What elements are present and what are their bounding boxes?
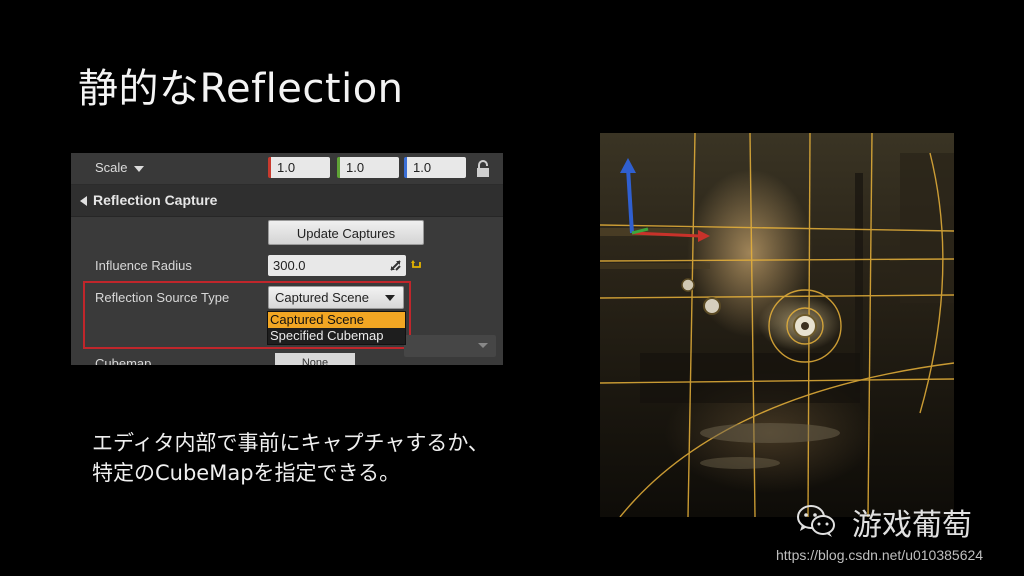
description-line-1: エディタ内部で事前にキャプチャするか、 [92, 431, 489, 455]
watermark-brand: 游戏葡萄 [852, 508, 972, 543]
dropdown-option-specified-cubemap[interactable]: Specified Cubemap [268, 328, 405, 344]
wechat-logo-icon [797, 505, 835, 537]
reflection-source-type-dropdown[interactable]: Captured Scene [268, 286, 404, 309]
editor-viewport-screenshot [600, 133, 954, 517]
section-title: Reflection Capture [93, 192, 218, 208]
scale-label: Scale [95, 160, 128, 175]
viewport-scene [600, 133, 954, 517]
chevron-down-icon[interactable] [133, 165, 144, 172]
section-header-reflection-capture[interactable]: Reflection Capture [71, 185, 503, 217]
scale-z-input[interactable]: 1.0 [404, 157, 466, 178]
influence-radius-label: Influence Radius [95, 258, 192, 273]
influence-radius-input[interactable]: 300.0 [268, 255, 406, 276]
lock-icon[interactable] [475, 159, 491, 179]
watermark-url: https://blog.csdn.net/u010385624 [776, 547, 984, 563]
chevron-down-icon [478, 343, 488, 348]
description-line-2: 特定のCubeMapを指定できる。 [92, 461, 401, 485]
dropdown-selected-value: Captured Scene [275, 290, 369, 305]
reset-to-default-icon[interactable] [411, 259, 423, 269]
resize-icon[interactable] [390, 260, 401, 271]
collapse-arrow-icon[interactable] [80, 196, 87, 206]
scale-label-group[interactable]: Scale [95, 160, 144, 175]
dropdown-option-captured-scene[interactable]: Captured Scene [268, 312, 405, 328]
scale-x-input[interactable]: 1.0 [268, 157, 330, 178]
description: エディタ内部で事前にキャプチャするか、 特定のCubeMapを指定できる。 [92, 428, 489, 488]
slide-title: 静的なReflection [78, 66, 404, 112]
disabled-combo-behind [404, 335, 496, 357]
scale-row: Scale 1.0 1.0 1.0 [71, 153, 503, 185]
chevron-down-icon [385, 295, 395, 301]
reflection-source-type-label: Reflection Source Type [95, 290, 230, 305]
cubemap-label: Cubemap [95, 356, 152, 365]
details-panel: Scale 1.0 1.0 1.0 Reflection Capture Upd… [71, 153, 503, 365]
update-captures-button[interactable]: Update Captures [268, 220, 424, 245]
scale-y-input[interactable]: 1.0 [337, 157, 399, 178]
influence-radius-value: 300.0 [273, 258, 306, 273]
cubemap-asset-picker[interactable]: None [275, 353, 355, 365]
dropdown-menu: Captured Scene Specified Cubemap [267, 311, 406, 345]
